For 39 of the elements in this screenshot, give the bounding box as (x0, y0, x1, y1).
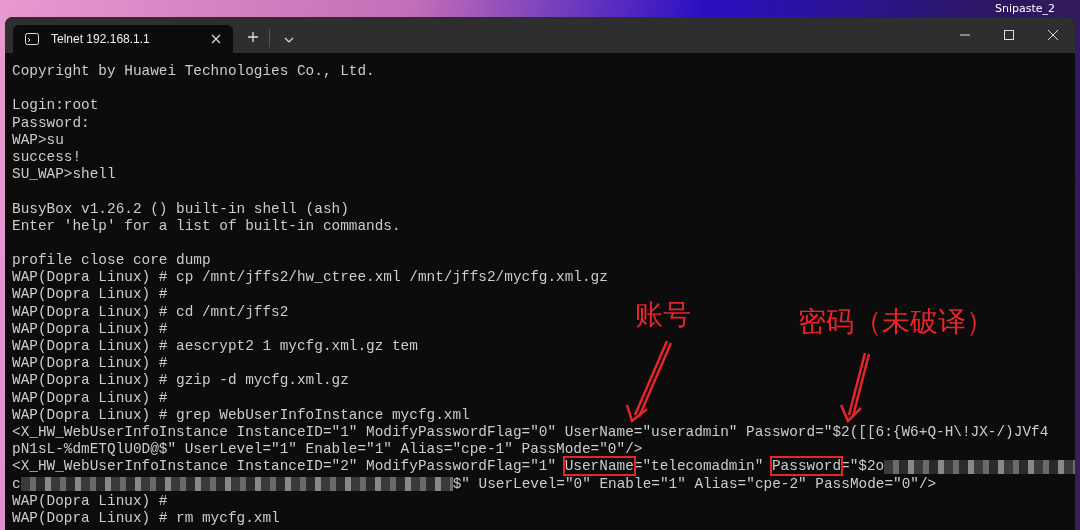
annotation-label: 账号 (635, 299, 691, 331)
terminal-line: Password: (12, 114, 90, 132)
chevron-down-icon[interactable] (284, 37, 294, 43)
terminal-line: WAP(Dopra Linux) # rm mycfg.xml (12, 509, 280, 528)
terminal-text: $" UserLevel="0" Enable="1" Alias="cpe-2" PassMode="0"/> (452, 475, 937, 492)
terminal-line: WAP(Dopra Linux) # (12, 355, 168, 373)
terminal-line: success! (12, 148, 82, 167)
terminal-text: c (12, 475, 21, 492)
close-icon[interactable] (1048, 30, 1058, 40)
terminal-line: Copyright by Huawei Technologies Co., Ltd. (12, 63, 375, 81)
terminal-line: WAP(Dopra Linux) # (12, 320, 168, 338)
terminal-text: ="$2o (841, 458, 885, 475)
terminal-line: WAP(Dopra Linux) # cd /mnt/jffs2 (12, 303, 289, 321)
terminal-line: WAP(Dopra Linux) # (12, 389, 168, 407)
annotation-label: 密码（未破译） (798, 306, 994, 338)
terminal-tab[interactable]: Telnet 192.168.1.1 (13, 25, 233, 53)
terminal-line: Login:root (12, 97, 99, 115)
add-icon[interactable] (247, 31, 259, 43)
terminal-line: WAP>su (12, 131, 64, 149)
terminal-line: WAP(Dopra Linux) # (12, 492, 168, 510)
terminal-line: WAP(Dopra Linux) # (12, 286, 168, 304)
terminal-line: <X_HW_WebUserInfoInstance InstanceID="1" ModifyPasswordFlag="0" UserName="useradmin" Password="$2([[6:{W6+Q-H\!JX-/)JVf4 (12, 423, 1049, 442)
desktop-icon-label[interactable]: Snipaste_2 (994, 2, 1055, 15)
terminal-line: pN1sL-%dmETQlU0D@$" UserLevel="1" Enable="1" Alias="cpe-1" PassMode="0"/> (12, 441, 643, 459)
terminal-line: BusyBox v1.26.2 () built-in shell (ash) (12, 200, 349, 218)
terminal-line: WAP(Dopra Linux) # cp /mnt/jffs2/hw_ctree.xml /mnt/jffs2/mycfg.xml.gz (12, 269, 608, 287)
terminal-text: <X_HW_WebUserInfoInstance InstanceID="2" ModifyPasswordFlag="1" (12, 458, 558, 475)
highlighted-field-name: UserName (564, 458, 634, 475)
terminal-line: Enter 'help' for a list of built-in commands. (12, 217, 401, 235)
terminal-line: WAP(Dopra Linux) # gzip -d mycfg.xml.gz (12, 372, 349, 390)
highlighted-field-name: Password (772, 458, 842, 475)
terminal-text: ="telecomadmin" (633, 458, 765, 475)
terminal-line: profile close core dump (12, 252, 211, 270)
terminal-line: SU_WAP>shell (12, 166, 116, 184)
terminal-line: WAP(Dopra Linux) # grep WebUserInfoInstance mycfg.xml (12, 406, 470, 424)
terminal-icon (25, 33, 39, 45)
maximize-icon[interactable] (1004, 30, 1014, 40)
terminal-line: WAP(Dopra Linux) # aescrypt2 1 mycfg.xml.gz tem (12, 338, 418, 356)
close-icon[interactable] (211, 34, 221, 44)
